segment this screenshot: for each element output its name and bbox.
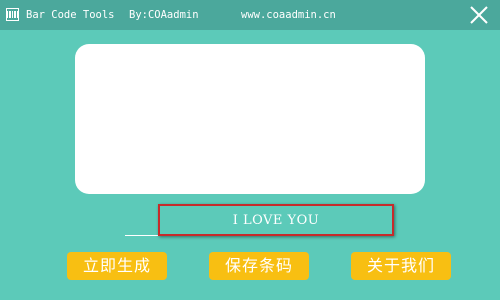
barcode-preview-area: [75, 44, 425, 194]
app-title: Bar Code Tools: [26, 9, 115, 21]
app-window: Bar Code Tools By:COAadmin www.coaadmin.…: [0, 0, 500, 300]
title-bar: Bar Code Tools By:COAadmin www.coaadmin.…: [0, 0, 500, 30]
barcode-text-input[interactable]: [160, 205, 392, 235]
barcode-icon: [6, 8, 19, 21]
website-label: www.coaadmin.cn: [241, 9, 336, 21]
close-icon[interactable]: [468, 4, 490, 26]
save-barcode-button[interactable]: 保存条码: [209, 252, 309, 280]
generate-button[interactable]: 立即生成: [67, 252, 167, 280]
about-us-button[interactable]: 关于我们: [351, 252, 451, 280]
author-label: By:COAadmin: [129, 9, 199, 21]
input-underline: [125, 235, 375, 236]
